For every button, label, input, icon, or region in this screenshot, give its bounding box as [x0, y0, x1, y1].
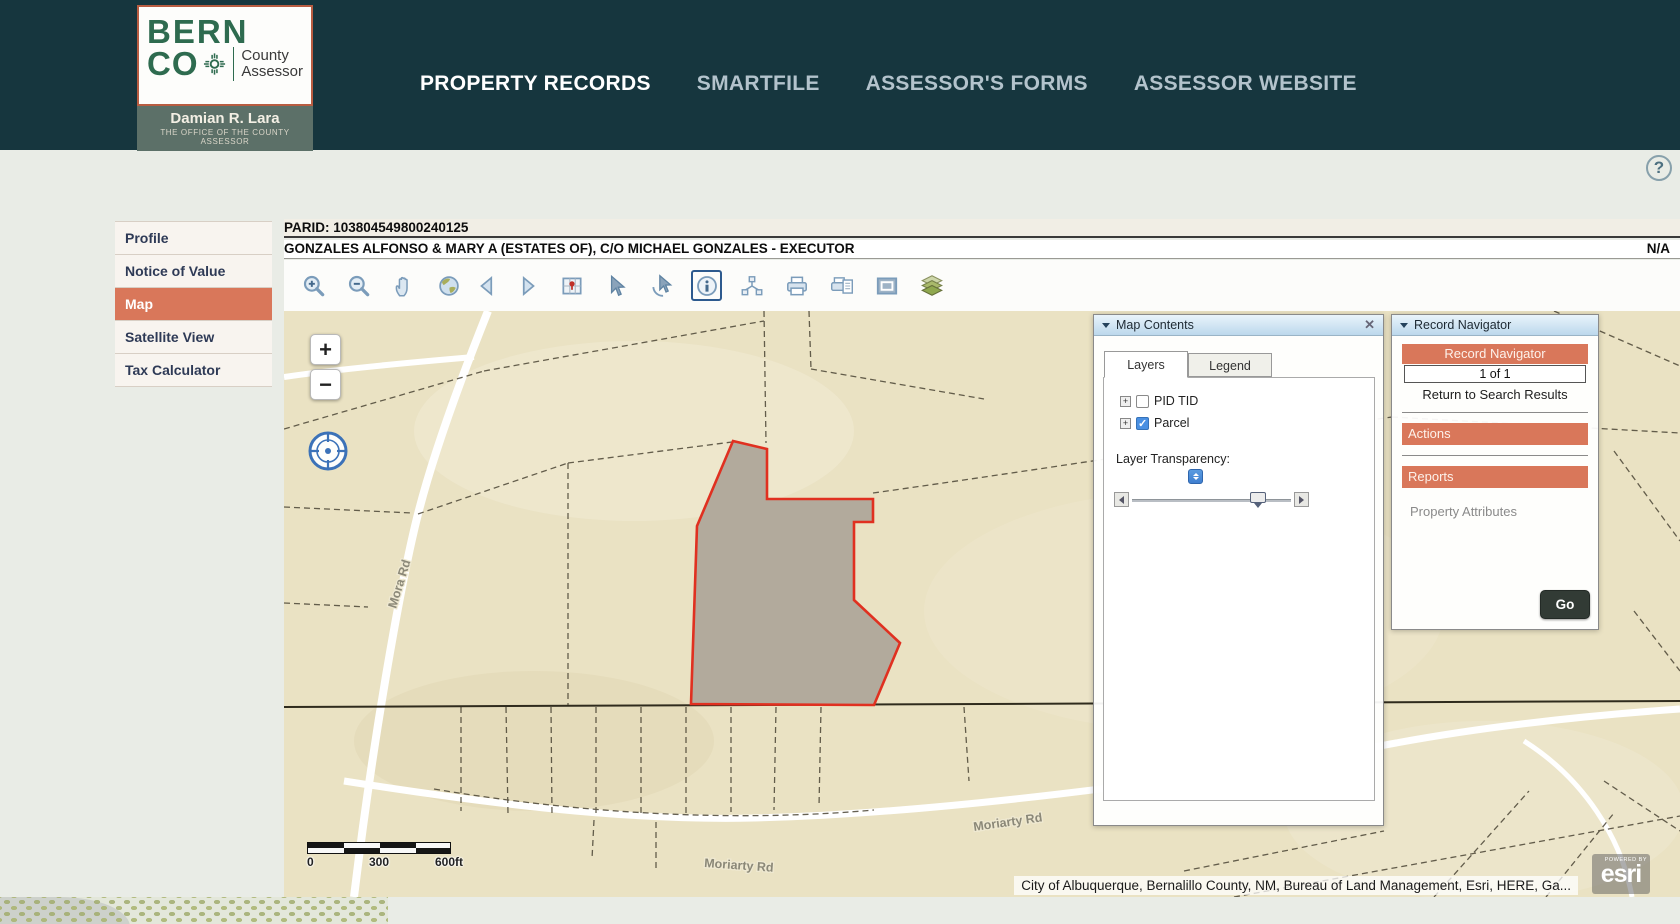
return-to-search-results-link[interactable]: Return to Search Results — [1402, 387, 1588, 402]
record-navigator-section-bar: Record Navigator — [1402, 344, 1588, 364]
logo-co-text: CO — [147, 47, 199, 81]
parid-value: PARID: 103804549800240125 — [284, 220, 468, 235]
record-navigator-title: Record Navigator — [1414, 318, 1511, 332]
zia-sun-icon — [203, 51, 226, 77]
owner-row: GONZALES ALFONSO & MARY A (ESTATES OF), … — [284, 240, 1680, 259]
sidebar-item-tax-calculator[interactable]: Tax Calculator — [115, 353, 272, 387]
pan-icon[interactable] — [388, 270, 419, 301]
slider-track[interactable] — [1132, 492, 1291, 507]
scale-bar: 0 300 600ft — [307, 842, 453, 868]
map-attribution: City of Albuquerque, Bernalillo County, … — [1014, 876, 1578, 895]
logo-card-bottom: Damian R. Lara THE OFFICE OF THE COUNTY … — [137, 106, 313, 151]
transparency-stepper[interactable] — [1188, 469, 1203, 484]
assessor-name: Damian R. Lara — [139, 110, 311, 127]
logo-bern-text: BERN — [147, 17, 303, 47]
export-icon[interactable] — [826, 270, 857, 301]
record-position-input[interactable] — [1404, 365, 1586, 383]
divider — [1402, 412, 1588, 413]
layer-row-pid-tid: PID TID — [1120, 394, 1374, 408]
nav-smartfile[interactable]: SMARTFILE — [697, 72, 820, 96]
layers-tab-content: PID TID Parcel Layer Transparency: — [1103, 377, 1375, 801]
measure-icon[interactable] — [736, 270, 767, 301]
go-button[interactable]: Go — [1540, 590, 1590, 619]
expand-icon[interactable] — [1120, 396, 1131, 407]
logo-dept: County Assessor — [241, 48, 303, 80]
previous-extent-icon[interactable] — [472, 270, 503, 301]
info-icon[interactable] — [691, 270, 722, 301]
slider-right-arrow[interactable] — [1294, 492, 1309, 507]
layer-row-parcel: Parcel — [1120, 416, 1374, 430]
logo-divider — [233, 47, 235, 81]
divider — [1402, 455, 1588, 456]
nav-assessors-forms[interactable]: ASSESSOR'S FORMS — [866, 72, 1088, 96]
layer-transparency-label: Layer Transparency: — [1116, 452, 1374, 466]
actions-section-bar[interactable]: Actions — [1402, 423, 1588, 445]
logo-card-top: BERN CO County — [137, 5, 313, 106]
footer-dots-pattern — [0, 897, 388, 924]
map-contents-panel: Map Contents ✕ Layers Legend PID TID — [1093, 314, 1384, 826]
map-toolbar — [284, 260, 1680, 311]
scale-tick-300: 300 — [369, 855, 389, 869]
slider-left-arrow[interactable] — [1114, 492, 1129, 507]
assessor-office-title: THE OFFICE OF THE COUNTY ASSESSOR — [139, 128, 311, 146]
sidebar-item-profile[interactable]: Profile — [115, 221, 272, 254]
next-extent-icon[interactable] — [511, 270, 542, 301]
sidebar: Profile Notice of Value Map Satellite Vi… — [115, 221, 272, 387]
locate-crosshair-button[interactable] — [306, 429, 350, 473]
map-contents-header[interactable]: Map Contents ✕ — [1094, 315, 1383, 336]
map-zoom-out-button[interactable]: − — [310, 369, 341, 400]
slider-handle[interactable] — [1250, 492, 1266, 503]
print-icon[interactable] — [781, 270, 812, 301]
esri-logo[interactable]: POWERED BY esri — [1592, 854, 1650, 894]
transparency-slider — [1114, 492, 1309, 507]
checkbox-pid-tid[interactable] — [1136, 395, 1149, 408]
sidebar-item-satellite-view[interactable]: Satellite View — [115, 320, 272, 353]
map-canvas[interactable]: Mora Rd Moriarty Rd Moriarty Rd + − — [284, 311, 1680, 897]
full-screen-icon[interactable] — [871, 270, 902, 301]
owner-right-value: N/A — [1647, 240, 1670, 257]
collapse-arrow-icon — [1102, 323, 1110, 328]
layer-label-pid-tid: PID TID — [1154, 394, 1198, 408]
select-icon[interactable] — [601, 270, 632, 301]
help-icon[interactable]: ? — [1646, 155, 1672, 181]
tab-layers[interactable]: Layers — [1104, 351, 1188, 378]
site-header: BERN CO County — [0, 0, 1680, 150]
close-icon[interactable]: ✕ — [1364, 317, 1375, 333]
sidebar-item-notice-of-value[interactable]: Notice of Value — [115, 254, 272, 287]
app-root: BERN CO County — [0, 0, 1680, 924]
zoom-control: + − — [310, 334, 341, 400]
full-extent-icon[interactable] — [433, 270, 464, 301]
record-navigator-panel: Record Navigator Record Navigator Return… — [1391, 314, 1599, 630]
layers-icon[interactable] — [916, 270, 947, 301]
tab-legend[interactable]: Legend — [1188, 353, 1272, 377]
reports-section-bar[interactable]: Reports — [1402, 466, 1588, 488]
property-attributes-link[interactable]: Property Attributes — [1410, 504, 1588, 519]
zoom-out-icon[interactable] — [343, 270, 374, 301]
overview-map-icon[interactable] — [556, 270, 587, 301]
map-zoom-in-button[interactable]: + — [310, 334, 341, 365]
map-contents-title: Map Contents — [1116, 318, 1194, 332]
record-navigator-body: Record Navigator Return to Search Result… — [1392, 336, 1598, 629]
record-navigator-header[interactable]: Record Navigator — [1392, 315, 1598, 336]
nav-property-records[interactable]: PROPERTY RECORDS — [420, 72, 651, 96]
map-contents-tabs: Layers Legend — [1104, 351, 1383, 378]
sidebar-item-map[interactable]: Map — [115, 287, 272, 320]
identify-icon[interactable] — [646, 270, 677, 301]
esri-brand: esri — [1592, 863, 1650, 885]
scale-tick-600ft: 600ft — [435, 855, 463, 869]
collapse-arrow-icon — [1400, 323, 1408, 328]
nav-assessor-website[interactable]: ASSESSOR WEBSITE — [1134, 72, 1357, 96]
expand-icon[interactable] — [1120, 418, 1131, 429]
parid-row: PARID: 103804549800240125 — [284, 219, 1680, 238]
zoom-in-icon[interactable] — [298, 270, 329, 301]
footer-decoration — [0, 897, 388, 924]
layer-label-parcel: Parcel — [1154, 416, 1189, 430]
bernco-logo[interactable]: BERN CO County — [137, 5, 313, 151]
main-nav: PROPERTY RECORDS SMARTFILE ASSESSOR'S FO… — [420, 72, 1357, 96]
owner-name: GONZALES ALFONSO & MARY A (ESTATES OF), … — [284, 241, 855, 256]
checkbox-parcel[interactable] — [1136, 417, 1149, 430]
scale-tick-0: 0 — [307, 855, 314, 869]
